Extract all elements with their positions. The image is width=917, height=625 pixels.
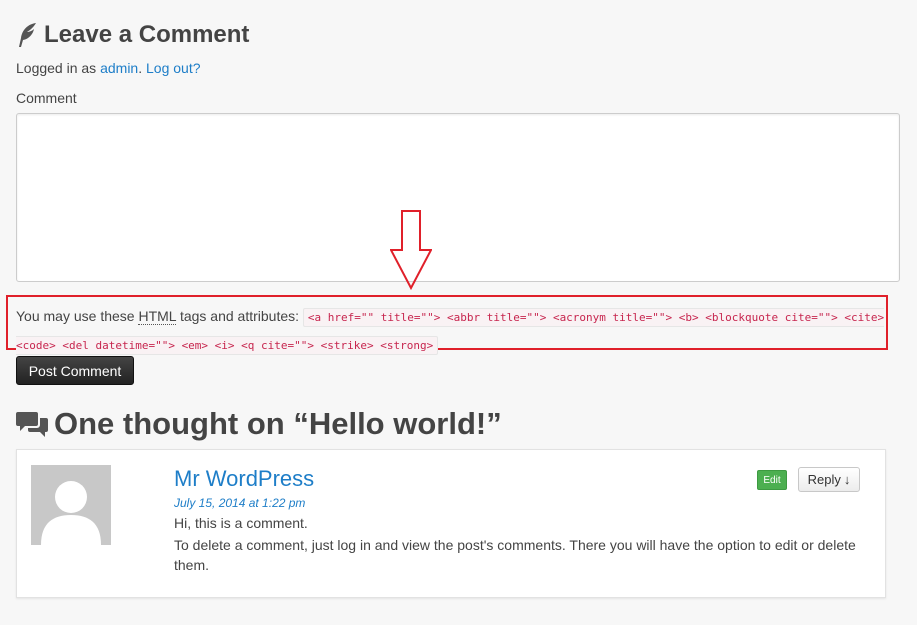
annotation-arrow-icon (390, 210, 432, 290)
comment-date-link[interactable]: July 15, 2014 at 1:22 pm (174, 496, 305, 510)
comment-label: Comment (16, 90, 77, 106)
reply-button[interactable]: Reply ↓ (798, 467, 860, 492)
edit-comment-button[interactable]: Edit (757, 470, 787, 490)
username-link[interactable]: admin (100, 60, 138, 76)
comment-text: To delete a comment, just log in and vie… (174, 537, 856, 573)
comments-icon (16, 412, 48, 437)
comment-author-link[interactable]: Mr WordPress (174, 466, 314, 492)
comment-textarea[interactable] (16, 113, 900, 282)
html-abbr: HTML (138, 308, 177, 325)
feather-icon (19, 23, 36, 47)
logout-link[interactable]: Log out? (146, 60, 201, 76)
comment-text: Hi, this is a comment. (174, 515, 308, 531)
comments-title: One thought on “Hello world!” (16, 404, 502, 444)
avatar-silhouette-icon (41, 481, 101, 545)
arrow-down-icon: ↓ (843, 472, 851, 487)
reply-title: Leave a Comment (16, 18, 249, 52)
avatar (31, 465, 111, 545)
post-comment-button[interactable]: Post Comment (16, 356, 134, 385)
logged-in-as: Logged in as admin. Log out? (16, 60, 201, 76)
allowed-tags-note: You may use these HTML tags and attribut… (16, 303, 886, 359)
comment-card (16, 449, 886, 598)
